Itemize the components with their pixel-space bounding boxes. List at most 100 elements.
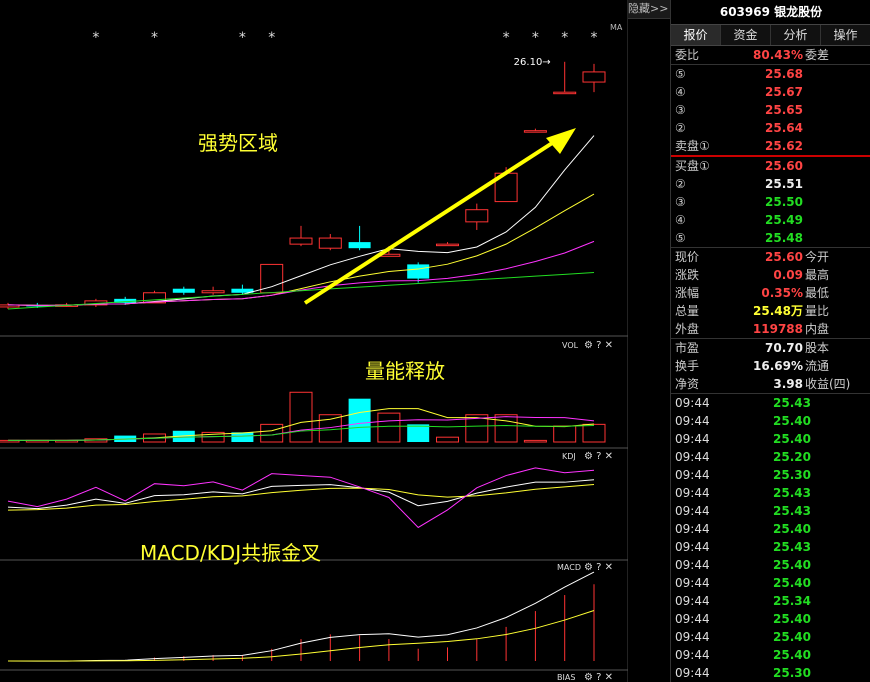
weibi-label: 委比 <box>675 48 700 62</box>
stat-label: 总量 <box>675 304 700 318</box>
tick-time: 09:44 <box>675 558 710 572</box>
tick-time: 09:44 <box>675 414 710 428</box>
stat-value: 25.60 <box>765 250 803 264</box>
fund-row: 换手 16.69% 流通 <box>671 357 870 375</box>
stat-value: 0.09 <box>773 268 803 282</box>
volume-panel: 48362412X万VOL⚙ ? ✕ <box>0 340 613 443</box>
stat-aux: 今开 <box>805 250 830 264</box>
candle-body <box>348 242 371 249</box>
price-stats: 现价 25.60 今开 涨跌 0.09 最高 涨幅 0.35% 最低 总量 25.48万 量比 外盘 11… <box>671 248 870 338</box>
kdj-k-line <box>7 479 595 510</box>
sell-row: ② 25.64 <box>671 119 870 137</box>
tick-row: 09:44 25.43 <box>671 394 870 412</box>
weibi-value: 80.43% <box>753 48 803 62</box>
buy-row: 买盘① 25.60 <box>671 157 870 175</box>
candle-body <box>201 290 225 294</box>
star-mark: * <box>268 30 275 46</box>
vol-ma20-line <box>8 424 595 441</box>
star-mark: * <box>151 30 158 46</box>
stat-row: 涨跌 0.09 最高 <box>671 266 870 284</box>
tick-time: 09:44 <box>675 630 710 644</box>
stat-label: 现价 <box>675 250 700 264</box>
tab-analysis[interactable]: 分析 <box>771 25 821 45</box>
tick-price: 25.40 <box>773 612 811 626</box>
candle-body <box>523 130 547 133</box>
tick-price: 25.40 <box>773 630 811 644</box>
sell-label: ③ <box>675 103 686 117</box>
tick-price: 25.40 <box>773 522 811 536</box>
stat-row: 现价 25.60 今开 <box>671 248 870 266</box>
hide-label: 隐藏>> <box>628 2 669 15</box>
star-mark: * <box>503 30 510 46</box>
buy-price: 25.60 <box>765 159 803 173</box>
fund-row: 市盈 70.70 股本 <box>671 339 870 357</box>
panel-controls: ⚙ ? ✕ <box>584 451 613 462</box>
candle-body <box>289 237 313 245</box>
hide-toggle[interactable]: 隐藏>> <box>628 0 670 19</box>
buy-row: ⑤ 25.48 <box>671 229 870 247</box>
sell-label: ④ <box>675 85 686 99</box>
stat-row: 总量 25.48万 量比 <box>671 302 870 320</box>
tick-time: 09:44 <box>675 450 710 464</box>
sell-row: ⑤ 25.68 <box>671 65 870 83</box>
fund-aux: 收益(四) <box>805 377 851 391</box>
tick-time: 09:44 <box>675 612 710 626</box>
vol-ma5-line <box>8 408 595 441</box>
ma5-line <box>7 135 595 306</box>
tick-price: 25.30 <box>773 666 811 680</box>
panel-controls: ⚙ ? ✕ <box>584 672 613 682</box>
annotation-strong-zone: 强势区域 <box>198 131 278 155</box>
stat-value: 0.35% <box>761 286 803 300</box>
tick-row: 09:44 25.43 <box>671 484 870 502</box>
tick-time: 09:44 <box>675 432 710 446</box>
stat-aux: 量比 <box>805 304 830 318</box>
tab-funds[interactable]: 资金 <box>721 25 771 45</box>
sell-price: 25.68 <box>765 67 803 81</box>
tick-row: 09:44 25.40 <box>671 412 870 430</box>
stat-value: 119788 <box>752 322 803 336</box>
volume-bar <box>582 423 606 443</box>
fund-value: 70.70 <box>765 341 803 355</box>
macd-panel: 2.01.51.00.50.0MACD⚙ ? ✕BIAS⚙ ? ✕ <box>7 562 613 682</box>
candle-body <box>436 243 459 247</box>
fund-value: 16.69% <box>753 359 803 373</box>
panel-controls: ⚙ ? ✕ <box>584 562 613 573</box>
sell-label: 卖盘① <box>675 139 710 153</box>
fund-label: 换手 <box>675 359 700 373</box>
tick-price: 25.40 <box>773 414 811 428</box>
tick-row: 09:44 25.40 <box>671 628 870 646</box>
fund-value: 3.98 <box>773 377 803 391</box>
star-mark: * <box>92 30 99 46</box>
tick-list: 09:44 25.43 09:44 25.40 09:44 25.40 09:44 25.20… <box>671 394 870 682</box>
tick-row: 09:44 25.30 <box>671 466 870 484</box>
stat-row: 外盘 119788 内盘 <box>671 320 870 338</box>
kline-chart[interactable]: 25.323.020.718.416.113.8MA********26.10→… <box>0 0 628 682</box>
fund-aux: 股本 <box>805 341 830 355</box>
tick-row: 09:44 25.40 <box>671 646 870 664</box>
trend-arrow-line <box>303 136 562 305</box>
tick-row: 09:44 25.43 <box>671 502 870 520</box>
tick-row: 09:44 25.30 <box>671 664 870 682</box>
ma30-line <box>7 272 595 310</box>
tick-time: 09:44 <box>675 504 710 518</box>
sell-label: ② <box>675 121 686 135</box>
volume-bar <box>348 398 371 442</box>
tick-row: 09:44 25.40 <box>671 574 870 592</box>
candle-body <box>465 209 489 223</box>
tab-quote[interactable]: 报价 <box>671 25 721 45</box>
tick-row: 09:44 25.34 <box>671 592 870 610</box>
stat-label: 外盘 <box>675 322 700 336</box>
volume-bar <box>436 436 459 443</box>
tick-price: 25.20 <box>773 450 811 464</box>
fund-label: 净资 <box>675 377 700 391</box>
stat-value: 25.48万 <box>753 304 803 318</box>
buy-price: 25.49 <box>765 213 803 227</box>
quote-panel: 603969 银龙股份 报价 资金 分析 操作 委比 80.43% 委差 ⑤ 25… <box>670 0 870 682</box>
stat-aux: 最高 <box>805 268 830 282</box>
tab-trade[interactable]: 操作 <box>821 25 870 45</box>
annotation-macd-kdj: MACD/KDJ共振金叉 <box>140 541 321 565</box>
ma-label: MA <box>610 23 623 32</box>
tick-time: 09:44 <box>675 486 710 500</box>
star-mark: * <box>532 30 539 46</box>
buy-price: 25.50 <box>765 195 803 209</box>
